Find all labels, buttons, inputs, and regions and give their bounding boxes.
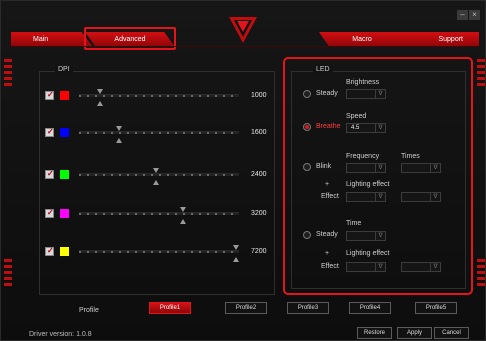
side-stripes-left-bottom (4, 259, 12, 289)
dpi-4-value: 3200 (251, 210, 267, 217)
profile-3-button[interactable]: Profile3 (287, 302, 329, 314)
driver-version: Driver version: 1.0.8 (29, 331, 92, 338)
dpi-1-slider-handle-bottom[interactable] (97, 101, 103, 106)
dpi-5-value: 7200 (251, 248, 267, 255)
steady-time-label: Steady (316, 231, 338, 238)
chevron-down-icon: ∇ (375, 164, 385, 172)
dpi-3-slider-handle-bottom[interactable] (153, 180, 159, 185)
speed-dropdown[interactable]: 4.5 ∇ (346, 123, 386, 133)
dpi-1-slider[interactable] (79, 89, 239, 106)
dpi-2-slider[interactable] (79, 126, 239, 143)
blink-label: Blink (316, 163, 332, 170)
dpi-5-color-swatch[interactable] (60, 247, 69, 256)
dpi-5-slider-handle-bottom[interactable] (233, 257, 239, 262)
dpi-row-3: 2400 (45, 167, 275, 185)
dpi-3-slider[interactable] (79, 168, 239, 185)
apply-button[interactable]: Apply (397, 327, 432, 339)
dpi-2-checkbox[interactable] (45, 127, 54, 137)
side-stripes-right-top (477, 59, 485, 89)
speed-value: 4.5 (351, 125, 360, 131)
dpi-1-color-swatch[interactable] (60, 91, 69, 100)
dpi-row-1: 1000 (45, 88, 275, 106)
cancel-button[interactable]: Cancel (434, 327, 469, 339)
restore-button[interactable]: Restore (357, 327, 392, 339)
dpi-2-slider-handle-top[interactable] (116, 126, 122, 131)
dpi-3-checkbox[interactable] (45, 169, 54, 179)
breathe-label: Breathe (316, 123, 341, 130)
chevron-down-icon: ∇ (430, 193, 440, 201)
dpi-row-4: 3200 (45, 206, 275, 224)
frequency-label: Frequency (346, 153, 380, 160)
lighting-effect-label-2: Lighting effect (346, 250, 390, 257)
lighting-effect-dropdown-2[interactable]: ∇ (346, 262, 386, 272)
profile-1-button[interactable]: Profile1 (149, 302, 191, 314)
profile-4-button[interactable]: Profile4 (349, 302, 391, 314)
tab-main[interactable]: Main (11, 32, 93, 47)
lighting-effect-label-1: Lighting effect (346, 181, 390, 188)
profile-5-button[interactable]: Profile5 (415, 302, 457, 314)
side-stripes-left-top (4, 59, 12, 89)
dpi-title: DPI (55, 66, 73, 73)
speed-label: Speed (346, 113, 367, 120)
dpi-4-color-swatch[interactable] (60, 209, 69, 218)
dpi-1-checkbox[interactable] (45, 90, 54, 100)
dpi-5-slider-handle-top[interactable] (233, 245, 239, 250)
brightness-dropdown[interactable]: ∇ (346, 89, 386, 99)
times-label: Times (401, 153, 420, 160)
blink-plus-label: + (325, 181, 330, 188)
dpi-1-slider-handle-top[interactable] (97, 89, 103, 94)
led-title: LED (313, 66, 333, 73)
steady-label: Steady (316, 90, 338, 97)
chevron-down-icon: ∇ (375, 263, 385, 271)
steady-radio[interactable] (303, 90, 311, 98)
dpi-4-slider-handle-bottom[interactable] (180, 219, 186, 224)
blink-radio[interactable] (303, 163, 311, 171)
dpi-2-color-swatch[interactable] (60, 128, 69, 137)
profile-2-button[interactable]: Profile2 (225, 302, 267, 314)
dpi-5-checkbox[interactable] (45, 246, 54, 256)
dpi-4-slider-handle-top[interactable] (180, 207, 186, 212)
chevron-down-icon: ∇ (375, 193, 385, 201)
dpi-4-slider[interactable] (79, 207, 239, 224)
chevron-down-icon: ∇ (430, 263, 440, 271)
lighting-effect-dropdown-1[interactable]: ∇ (346, 192, 386, 202)
breathe-radio[interactable] (303, 123, 311, 131)
effect-dropdown-2[interactable]: ∇ (401, 262, 441, 272)
chevron-down-icon: ∇ (375, 90, 385, 98)
brightness-label: Brightness (346, 79, 380, 86)
effect-label-1: Effect (321, 193, 339, 200)
header-divider (7, 46, 479, 47)
minimize-button[interactable]: – (457, 10, 468, 20)
dpi-row-5: 7200 (45, 244, 275, 262)
app-window: – × Main Advanced Macro Support DPI 1000… (0, 0, 486, 341)
dpi-3-slider-handle-top[interactable] (153, 168, 159, 173)
frequency-dropdown[interactable]: ∇ (346, 163, 386, 173)
time-label: Time (346, 220, 362, 227)
brand-logo (229, 17, 257, 43)
dpi-2-slider-handle-bottom[interactable] (116, 138, 122, 143)
effect-label-2: Effect (321, 263, 339, 270)
chevron-down-icon: ∇ (430, 164, 440, 172)
dpi-1-value: 1000 (251, 92, 267, 99)
dpi-4-checkbox[interactable] (45, 208, 54, 218)
tab-macro[interactable]: Macro (319, 32, 405, 47)
close-button[interactable]: × (469, 10, 480, 20)
tab-support[interactable]: Support (393, 32, 479, 47)
dpi-2-value: 1600 (251, 129, 267, 136)
steady-plus-label: + (325, 250, 330, 257)
time-dropdown[interactable]: ∇ (346, 231, 386, 241)
times-dropdown[interactable]: ∇ (401, 163, 441, 173)
chevron-down-icon: ∇ (375, 124, 385, 132)
chevron-down-icon: ∇ (375, 232, 385, 240)
side-stripes-right-bottom (477, 259, 485, 289)
dpi-5-slider[interactable] (79, 245, 239, 262)
effect-dropdown-1[interactable]: ∇ (401, 192, 441, 202)
dpi-3-color-swatch[interactable] (60, 170, 69, 179)
steady-time-radio[interactable] (303, 231, 311, 239)
dpi-row-2: 1600 (45, 125, 275, 143)
profile-label: Profile (79, 307, 99, 314)
dpi-3-value: 2400 (251, 171, 267, 178)
